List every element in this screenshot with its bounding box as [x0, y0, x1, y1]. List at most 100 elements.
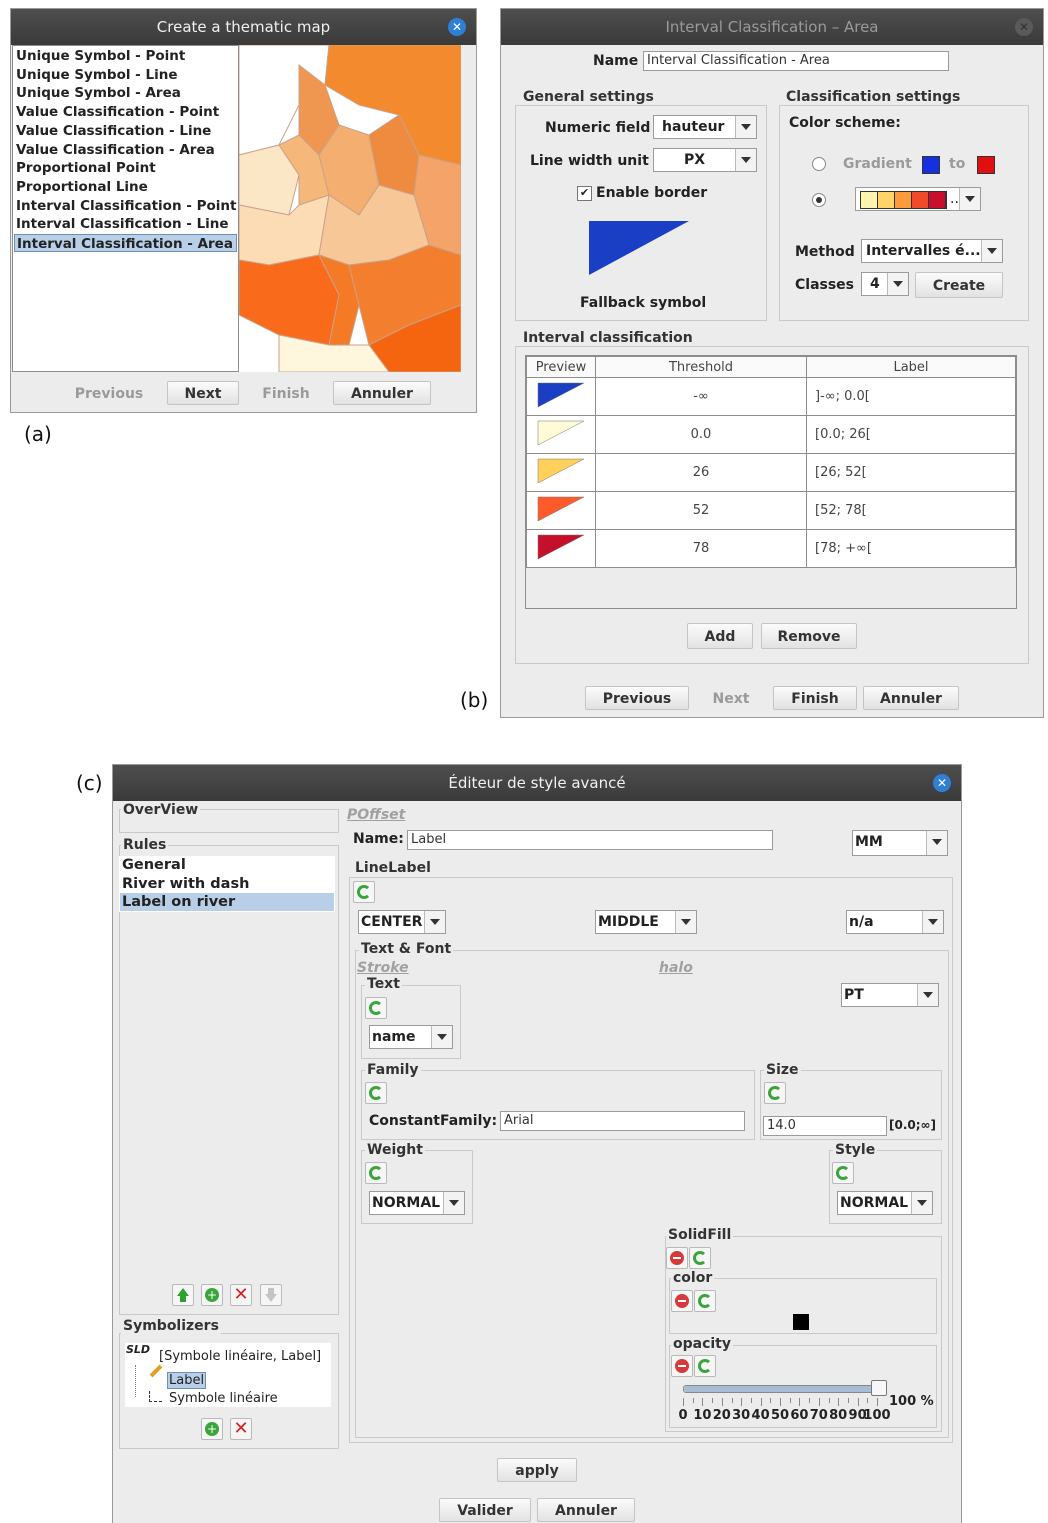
weight-select[interactable]: NORMAL: [369, 1191, 465, 1215]
threshold-header[interactable]: Threshold: [595, 356, 807, 378]
apply-button[interactable]: apply: [497, 1458, 577, 1482]
anchor-v-select[interactable]: MIDDLE: [595, 910, 697, 934]
interval-preview-cell[interactable]: [526, 377, 596, 416]
map-type-item[interactable]: Value Classification - Area: [14, 141, 237, 159]
halo-link[interactable]: halo: [659, 960, 693, 976]
add-button[interactable]: Add: [687, 623, 753, 649]
enable-border-checkbox[interactable]: ✔: [577, 186, 592, 201]
color-refresh-button[interactable]: [694, 1290, 716, 1312]
opacity-refresh-button[interactable]: [694, 1355, 716, 1377]
color-remove-button[interactable]: [671, 1290, 693, 1312]
interval-preview-cell[interactable]: [526, 453, 596, 492]
gradient-from-swatch[interactable]: [922, 156, 940, 174]
map-type-item[interactable]: Proportional Point: [14, 159, 237, 177]
color-swatch[interactable]: [793, 1314, 809, 1330]
tree-root[interactable]: [Symbole linéaire, Label]: [159, 1349, 321, 1364]
interval-row[interactable]: 52 [52; 78[: [526, 491, 1016, 530]
interval-label-cell[interactable]: ]-∞; 0.0[: [806, 377, 1016, 416]
style-select[interactable]: NORMAL: [837, 1191, 933, 1215]
interval-preview-cell[interactable]: [526, 529, 596, 568]
map-type-item[interactable]: Unique Symbol - Area: [14, 84, 237, 102]
add-symbolizer-button[interactable]: +: [201, 1418, 223, 1440]
interval-threshold-cell[interactable]: 78: [595, 529, 807, 568]
palette-select[interactable]: ..: [855, 187, 981, 211]
name-field[interactable]: Interval Classification - Area: [643, 51, 949, 71]
unit-select[interactable]: MM: [852, 830, 948, 856]
interval-preview-cell[interactable]: [526, 415, 596, 454]
close-icon[interactable]: ✕: [933, 774, 951, 792]
constant-family-field[interactable]: Arial: [500, 1111, 745, 1131]
cancel-button[interactable]: Annuler: [537, 1498, 635, 1522]
finish-button[interactable]: Finish: [773, 686, 857, 710]
opacity-slider-thumb[interactable]: [871, 1380, 887, 1396]
method-select[interactable]: Intervalles é...: [861, 239, 1003, 263]
solidfill-remove-button[interactable]: [666, 1247, 688, 1269]
delete-rule-button[interactable]: ✕: [230, 1284, 252, 1306]
preview-header[interactable]: Preview: [526, 356, 596, 378]
line-width-select[interactable]: PX: [653, 148, 757, 172]
close-icon[interactable]: ✕: [1015, 18, 1033, 36]
interval-threshold-cell[interactable]: 0.0: [595, 415, 807, 454]
tree-label-node[interactable]: Label: [167, 1372, 207, 1389]
interval-label-cell[interactable]: [26; 52[: [806, 453, 1016, 492]
interval-label-cell[interactable]: [78; +∞[: [806, 529, 1016, 568]
rule-item[interactable]: River with dash: [120, 875, 334, 893]
move-down-button[interactable]: [260, 1284, 282, 1306]
map-type-list[interactable]: Unique Symbol - Point Unique Symbol - Lin…: [12, 45, 239, 372]
next-button[interactable]: Next: [167, 381, 239, 405]
size-refresh-button[interactable]: [764, 1082, 786, 1104]
text-refresh-button[interactable]: [365, 997, 387, 1019]
size-field[interactable]: 14.0: [763, 1116, 887, 1136]
previous-button[interactable]: Previous: [585, 686, 689, 710]
cancel-button[interactable]: Annuler: [333, 381, 431, 405]
map-type-item[interactable]: Value Classification - Line: [14, 122, 237, 140]
next-button[interactable]: Next: [699, 686, 763, 710]
interval-preview-cell[interactable]: [526, 491, 596, 530]
size-unit-select[interactable]: PT: [841, 983, 939, 1007]
linelabel-refresh-button[interactable]: [353, 881, 375, 903]
rule-item[interactable]: Label on river: [120, 893, 334, 912]
placement-select[interactable]: n/a: [846, 910, 944, 934]
move-up-button[interactable]: [172, 1284, 194, 1306]
interval-row[interactable]: 0.0 [0.0; 26[: [526, 415, 1016, 454]
gradient-to-swatch[interactable]: [977, 156, 995, 174]
opacity-remove-button[interactable]: [671, 1355, 693, 1377]
rule-item[interactable]: General: [120, 856, 334, 874]
map-type-item[interactable]: Value Classification - Point: [14, 103, 237, 121]
create-button[interactable]: Create: [915, 272, 1003, 298]
interval-label-cell[interactable]: [0.0; 26[: [806, 415, 1016, 454]
interval-table[interactable]: Preview Threshold Label -∞]-∞; 0.0[0.0 [0…: [526, 356, 1016, 568]
gradient-radio[interactable]: [812, 157, 826, 171]
rules-list[interactable]: General River with dash Label on river: [119, 856, 335, 912]
remove-button[interactable]: Remove: [761, 623, 857, 649]
interval-row[interactable]: 26 [26; 52[: [526, 453, 1016, 492]
map-type-item[interactable]: Interval Classification - Line: [14, 215, 237, 233]
add-rule-button[interactable]: +: [201, 1284, 223, 1306]
weight-refresh-button[interactable]: [365, 1162, 387, 1184]
style-refresh-button[interactable]: [832, 1162, 854, 1184]
interval-label-cell[interactable]: [52; 78[: [806, 491, 1016, 530]
symbolizers-tree[interactable]: SLD [Symbole linéaire, Label] Label Symb…: [125, 1343, 331, 1407]
interval-threshold-cell[interactable]: 26: [595, 453, 807, 492]
anchor-h-select[interactable]: CENTER: [358, 910, 446, 934]
delete-symbolizer-button[interactable]: ✕: [230, 1418, 252, 1440]
interval-row[interactable]: 78 [78; +∞[: [526, 529, 1016, 568]
name-field[interactable]: Label: [407, 830, 773, 850]
overview-title[interactable]: OverView: [121, 802, 201, 818]
tree-line-node[interactable]: Symbole linéaire: [169, 1391, 278, 1406]
map-type-item[interactable]: Interval Classification - Area: [14, 234, 237, 252]
classes-select[interactable]: 4: [861, 272, 909, 296]
family-refresh-button[interactable]: [365, 1082, 387, 1104]
validate-button[interactable]: Valider: [439, 1498, 531, 1522]
previous-button[interactable]: Previous: [69, 381, 149, 405]
map-type-item[interactable]: Interval Classification - Point: [14, 197, 237, 215]
map-type-item[interactable]: Unique Symbol - Point: [14, 47, 237, 65]
map-type-item[interactable]: Unique Symbol - Line: [14, 66, 237, 84]
map-type-item[interactable]: Proportional Line: [14, 178, 237, 196]
stroke-link[interactable]: Stroke: [357, 960, 409, 976]
label-header[interactable]: Label: [806, 356, 1016, 378]
palette-radio[interactable]: [812, 193, 826, 207]
interval-row[interactable]: -∞]-∞; 0.0[: [526, 377, 1016, 416]
close-icon[interactable]: ✕: [448, 18, 466, 36]
interval-threshold-cell[interactable]: -∞: [595, 377, 807, 416]
